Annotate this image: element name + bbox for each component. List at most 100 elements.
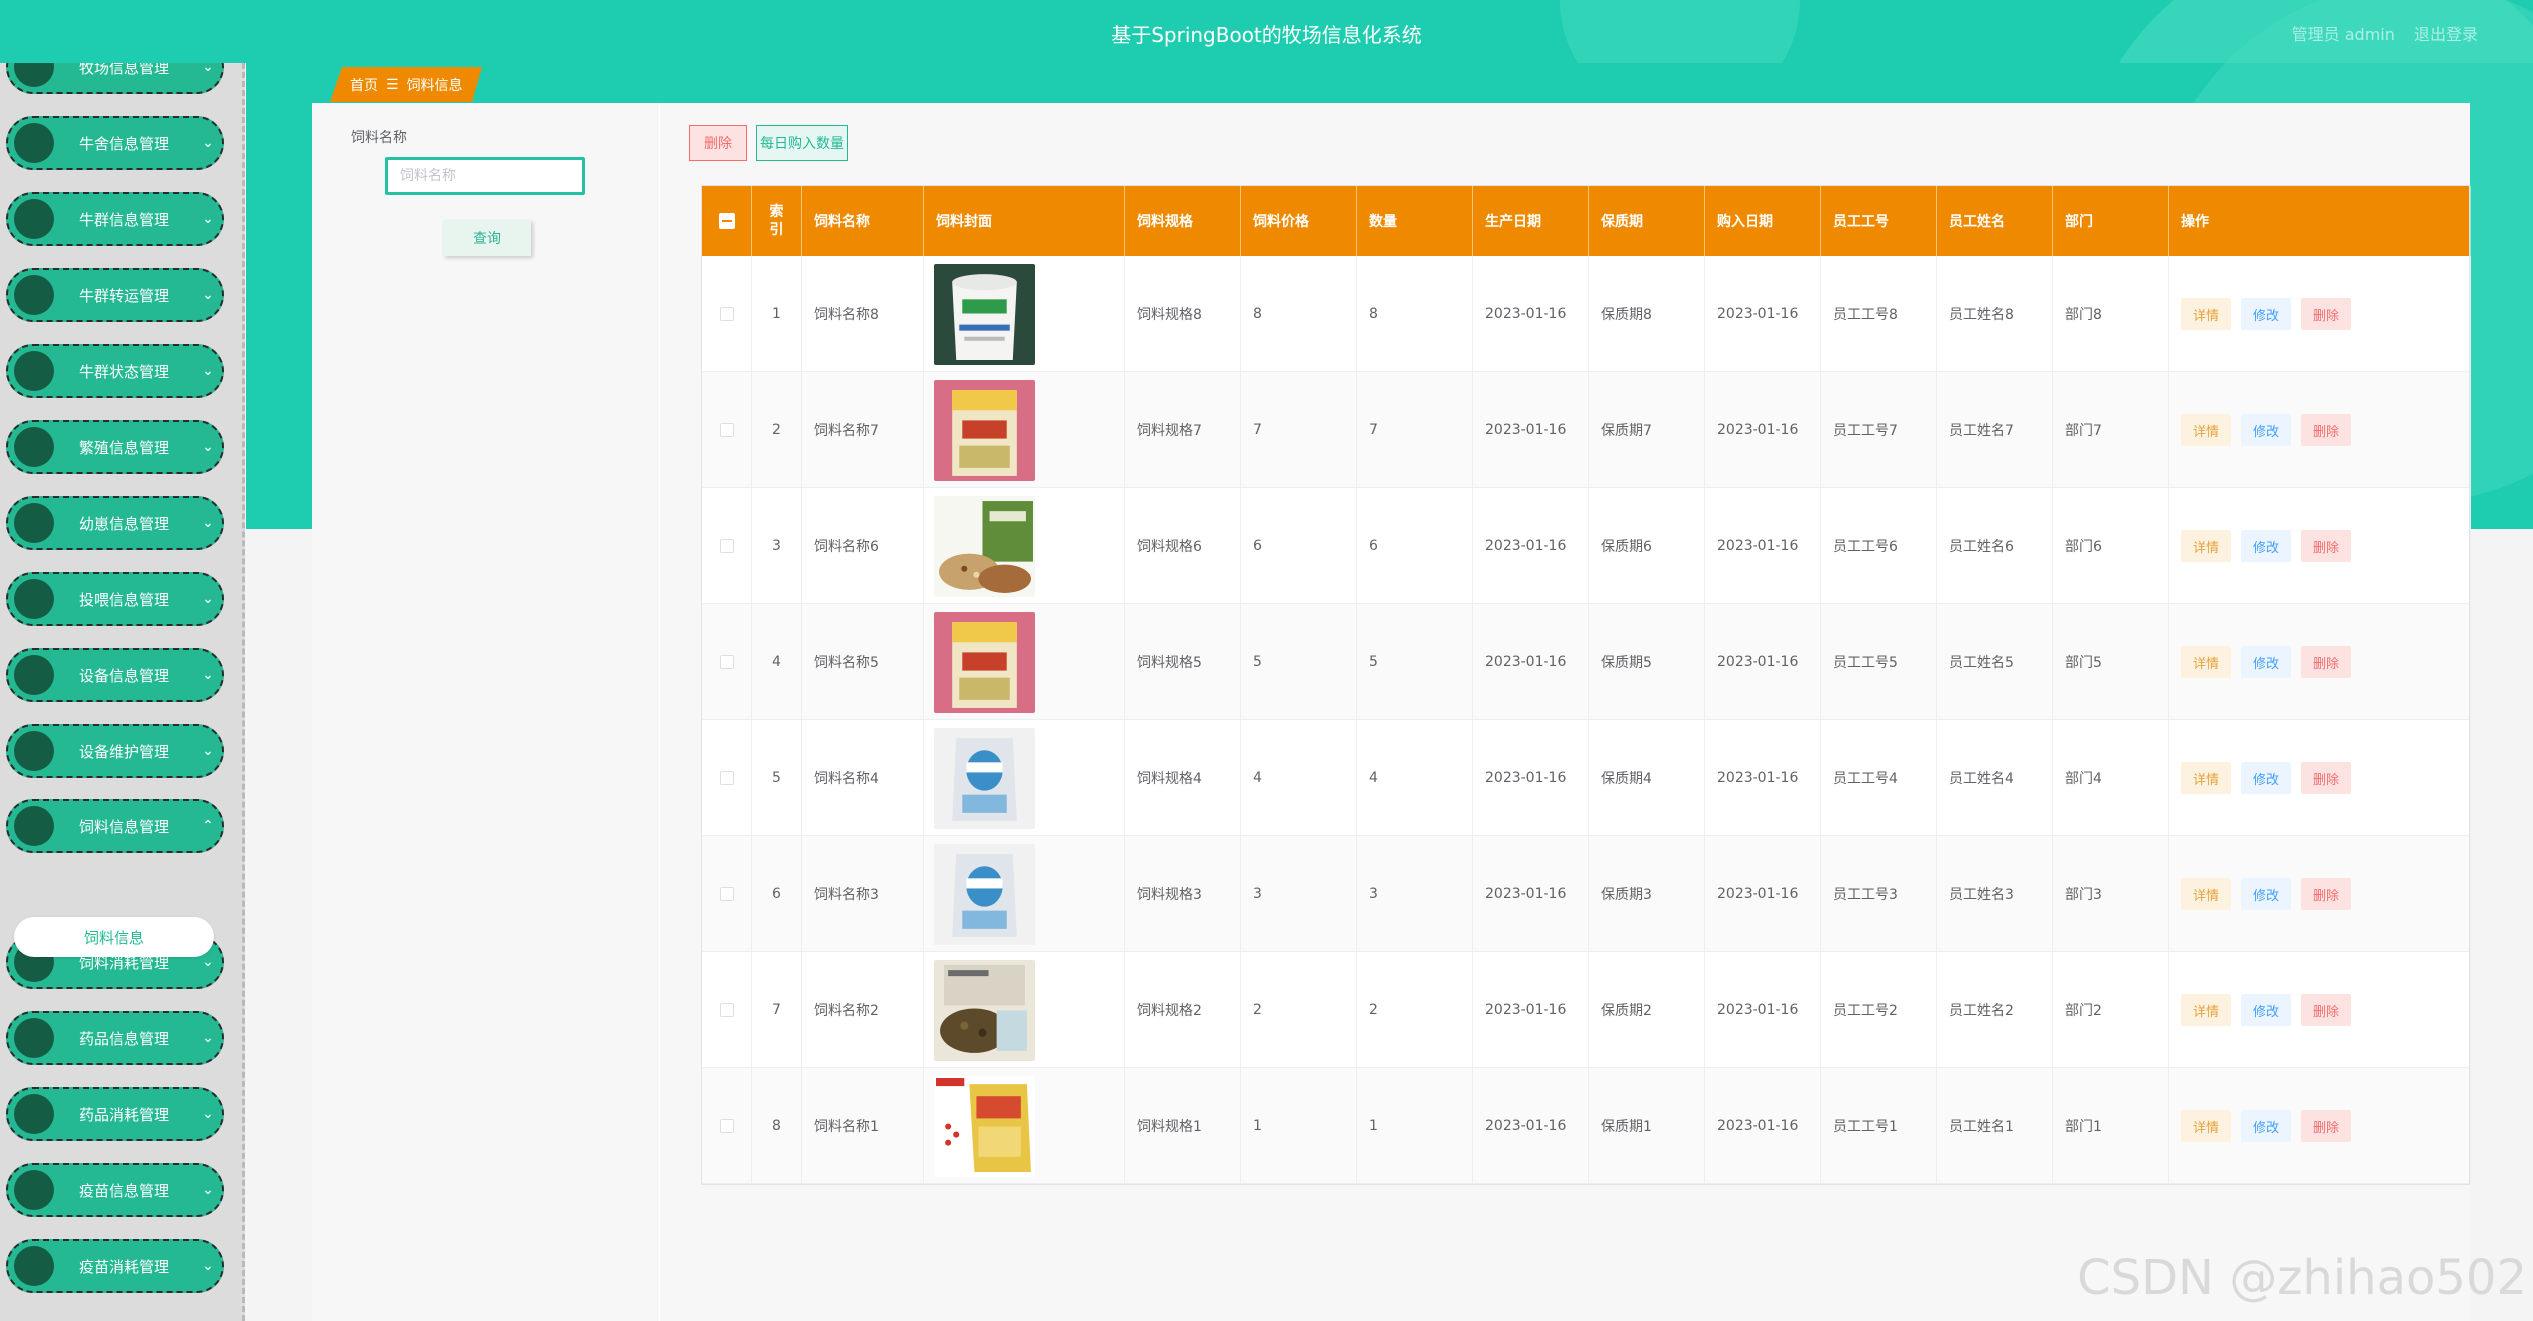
feed-cover-image[interactable] <box>934 727 1035 829</box>
table-cell: 饲料规格4 <box>1125 720 1241 836</box>
menu-dot-icon <box>14 503 54 543</box>
detail-button[interactable]: 详情 <box>2181 762 2232 794</box>
cell-feed-price: 8 <box>1253 306 1262 322</box>
feed-cover-image[interactable] <box>934 611 1035 713</box>
table-cell: 饲料名称3 <box>802 836 924 952</box>
sidebar-item[interactable]: 牛群转运管理 ⌄ <box>6 268 224 322</box>
table-cell: 员工姓名8 <box>1937 256 2053 372</box>
sidebar-item[interactable]: 繁殖信息管理 ⌄ <box>6 420 224 474</box>
watermark: CSDN @zhihao502 <box>2077 1250 2527 1306</box>
delete-button[interactable]: 删除 <box>2301 530 2352 562</box>
table-cell: 部门1 <box>2053 1068 2169 1184</box>
feed-name-search-input[interactable] <box>385 157 585 195</box>
row-checkbox[interactable] <box>719 307 734 321</box>
edit-button[interactable]: 修改 <box>2241 1110 2292 1142</box>
delete-button[interactable]: 删除 <box>2301 1110 2352 1142</box>
table-cell: 4 <box>1357 720 1473 836</box>
delete-button[interactable]: 删除 <box>2301 298 2352 330</box>
feed-cover-image[interactable] <box>934 263 1035 365</box>
delete-button[interactable]: 删除 <box>2301 878 2352 910</box>
sidebar-item[interactable]: 药品信息管理 ⌄ <box>6 1011 224 1065</box>
search-label: 饲料名称 <box>351 130 407 146</box>
table-cell: 部门4 <box>2053 720 2169 836</box>
sidebar-item[interactable]: 牛群信息管理 ⌄ <box>6 192 224 246</box>
feed-cover-image[interactable] <box>934 843 1035 945</box>
edit-button[interactable]: 修改 <box>2241 994 2292 1026</box>
table-cell: 7 <box>1357 372 1473 488</box>
edit-button[interactable]: 修改 <box>2241 298 2292 330</box>
cell-shelf-life: 保质期1 <box>1601 1119 1652 1135</box>
table-row: 4 饲料名称5 饲料规格5 5 5 2023-01-16 保质期5 2023-01-16 员工工… <box>702 604 2471 720</box>
batch-delete-button[interactable]: 删除 <box>689 125 747 161</box>
cell-feed-price: 7 <box>1253 422 1262 438</box>
table-row: 6 饲料名称3 饲料规格3 3 3 2023-01-16 保质期3 2023-01-16 员工工… <box>702 836 2471 952</box>
sidebar-item[interactable]: 牛舍信息管理 ⌄ <box>6 116 224 170</box>
sidebar-item[interactable]: 药品消耗管理 ⌄ <box>6 1087 224 1141</box>
delete-button[interactable]: 删除 <box>2301 994 2352 1026</box>
daily-purchase-button[interactable]: 每日购入数量 <box>756 125 848 161</box>
table-cell <box>924 488 1125 604</box>
row-checkbox[interactable] <box>719 887 734 901</box>
delete-button[interactable]: 删除 <box>2301 646 2352 678</box>
delete-button[interactable]: 删除 <box>2301 762 2352 794</box>
table-cell: 2023-01-16 <box>1473 1068 1589 1184</box>
chevron-down-icon: ⌄ <box>202 439 214 455</box>
table-cell <box>924 1068 1125 1184</box>
row-checkbox[interactable] <box>719 1119 734 1133</box>
detail-button[interactable]: 详情 <box>2181 414 2232 446</box>
cell-employee-no: 员工工号3 <box>1833 887 1898 903</box>
row-checkbox[interactable] <box>719 655 734 669</box>
column-header-select-all[interactable] <box>702 186 752 256</box>
cell-index: 4 <box>772 654 781 670</box>
table-cell <box>924 256 1125 372</box>
row-checkbox[interactable] <box>719 539 734 553</box>
table-cell: 饲料名称5 <box>802 604 924 720</box>
feed-cover-image[interactable] <box>934 495 1035 597</box>
row-checkbox[interactable] <box>719 771 734 785</box>
cell-feed-price: 5 <box>1253 654 1262 670</box>
cell-employee-no: 员工工号4 <box>1833 771 1898 787</box>
feed-cover-image[interactable] <box>934 379 1035 481</box>
cell-feed-name: 饲料名称8 <box>814 307 879 323</box>
cell-shelf-life: 保质期7 <box>1601 423 1652 439</box>
edit-button[interactable]: 修改 <box>2241 762 2292 794</box>
query-button[interactable]: 查询 <box>443 220 531 256</box>
chevron-down-icon: ⌄ <box>202 743 214 759</box>
sidebar-item[interactable]: 幼崽信息管理 ⌄ <box>6 496 224 550</box>
breadcrumb-home[interactable]: 首页 <box>350 75 378 95</box>
table-cell: 2023-01-16 <box>1473 372 1589 488</box>
table-cell <box>702 256 752 372</box>
sidebar-item[interactable]: 牧场信息管理 ⌄ <box>6 63 224 94</box>
detail-button[interactable]: 详情 <box>2181 1110 2232 1142</box>
sidebar-item[interactable]: 投喂信息管理 ⌄ <box>6 572 224 626</box>
sidebar-item[interactable]: 饲料信息管理 ⌃ <box>6 799 224 853</box>
edit-button[interactable]: 修改 <box>2241 878 2292 910</box>
row-checkbox[interactable] <box>719 1003 734 1017</box>
row-checkbox[interactable] <box>719 423 734 437</box>
detail-button[interactable]: 详情 <box>2181 878 2232 910</box>
cell-employee-no: 员工工号8 <box>1833 307 1898 323</box>
sidebar-item[interactable]: 设备维护管理 ⌄ <box>6 724 224 778</box>
column-header-department: 部门 <box>2053 186 2169 256</box>
detail-button[interactable]: 详情 <box>2181 994 2232 1026</box>
select-all-checkbox[interactable] <box>718 213 735 229</box>
edit-button[interactable]: 修改 <box>2241 414 2292 446</box>
detail-button[interactable]: 详情 <box>2181 530 2232 562</box>
cell-purchase-date: 2023-01-16 <box>1717 538 1799 554</box>
feed-cover-image[interactable] <box>934 1075 1035 1177</box>
cell-shelf-life: 保质期2 <box>1601 1003 1652 1019</box>
sidebar-item[interactable]: 设备信息管理 ⌄ <box>6 648 224 702</box>
sidebar-item[interactable]: 疫苗信息管理 ⌄ <box>6 1163 224 1217</box>
feed-cover-image[interactable] <box>934 959 1035 1061</box>
delete-button[interactable]: 删除 <box>2301 414 2352 446</box>
menu-dot-icon <box>14 351 54 391</box>
sidebar-subitem-feed-info[interactable]: 饲料信息 <box>14 917 214 957</box>
edit-button[interactable]: 修改 <box>2241 530 2292 562</box>
edit-button[interactable]: 修改 <box>2241 646 2292 678</box>
sidebar-item[interactable]: 牛群状态管理 ⌄ <box>6 344 224 398</box>
sidebar-item[interactable]: 疫苗消耗管理 ⌄ <box>6 1239 224 1293</box>
detail-button[interactable]: 详情 <box>2181 646 2232 678</box>
table-cell: 2023-01-16 <box>1705 720 1821 836</box>
detail-button[interactable]: 详情 <box>2181 298 2232 330</box>
cell-production-date: 2023-01-16 <box>1485 654 1567 670</box>
